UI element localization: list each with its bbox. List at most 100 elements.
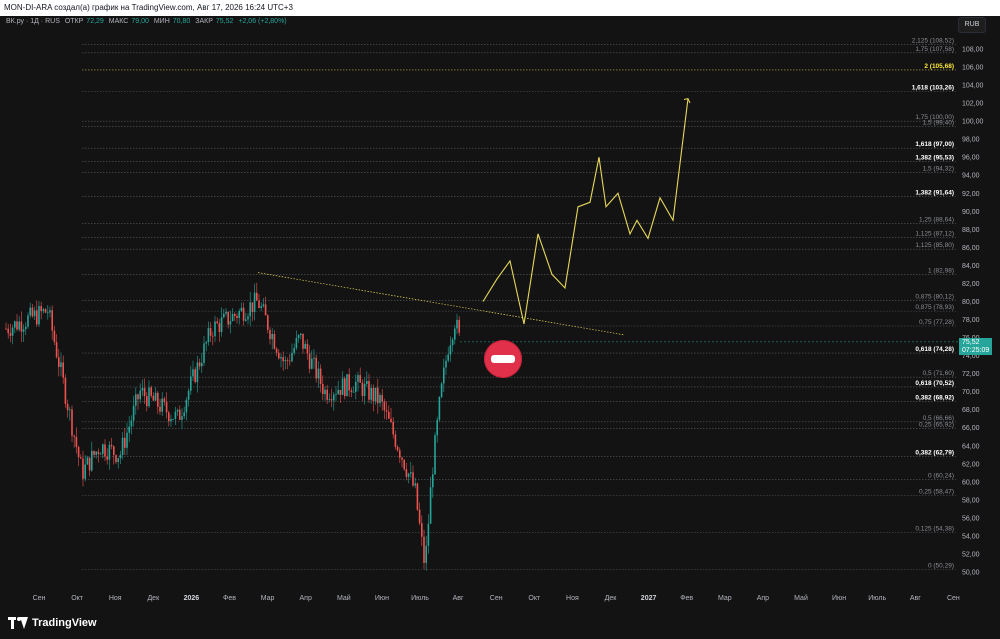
- candle-body: [152, 395, 155, 401]
- candle-body: [172, 418, 174, 420]
- candle-body: [126, 432, 128, 448]
- candle-body: [379, 395, 381, 404]
- candle-body: [159, 406, 161, 412]
- candle-body: [47, 312, 49, 314]
- fib-level-label: 0,875 (80,12): [915, 293, 954, 300]
- candle-body: [355, 381, 357, 392]
- candle-body: [7, 328, 9, 334]
- candle-body: [27, 315, 29, 327]
- candle-body: [352, 391, 355, 393]
- fib-level-label: 2,125 (108,52): [912, 37, 954, 44]
- candle-body: [14, 321, 16, 328]
- fib-level-label: 1,618 (97,00): [915, 141, 954, 148]
- candle-body: [326, 389, 328, 400]
- candle-body: [330, 399, 333, 401]
- candle-body: [196, 362, 199, 383]
- candle-body: [190, 376, 192, 391]
- candle-body: [55, 342, 58, 358]
- candle-body: [205, 342, 207, 344]
- candle-body: [119, 454, 122, 459]
- candle-body: [300, 333, 302, 336]
- candle-body: [170, 419, 172, 422]
- candle-body: [328, 399, 331, 400]
- time-axis-label: Сен: [490, 595, 503, 602]
- fib-level-label: 0,5 (71,60): [923, 370, 954, 377]
- candle-body: [269, 329, 271, 340]
- candle-body: [264, 304, 267, 316]
- candle-body: [36, 310, 38, 325]
- candle-body: [414, 483, 416, 486]
- close-value: 75,52: [215, 18, 234, 25]
- candle-body: [231, 313, 234, 322]
- candle-body: [427, 523, 430, 546]
- candle-body: [214, 321, 216, 337]
- candle-body: [150, 387, 152, 396]
- price-axis-label: 54,00: [962, 533, 980, 540]
- fib-level-label: 1,125 (87,12): [915, 230, 954, 237]
- trend-line: [257, 272, 625, 336]
- tradingview-logo[interactable]: TradingView: [8, 615, 97, 631]
- candle-body: [113, 446, 115, 456]
- candle-body: [346, 374, 348, 397]
- candle-body: [71, 409, 73, 436]
- price-axis-label: 58,00: [962, 497, 980, 504]
- price-axis-label: 106,00: [962, 65, 984, 72]
- candle-body: [187, 390, 190, 400]
- candle-body: [388, 411, 390, 419]
- price-axis-label: 60,00: [962, 479, 980, 486]
- time-axis-label: Май: [337, 594, 351, 602]
- candle-body: [275, 348, 278, 353]
- candle-body: [418, 509, 421, 524]
- candle-body: [33, 310, 36, 317]
- candle-body: [247, 316, 249, 320]
- candle-body: [203, 343, 205, 363]
- countdown-timer: 07:25:09: [962, 347, 990, 354]
- candle-body: [102, 444, 104, 454]
- candle-body: [273, 333, 276, 349]
- candle-body: [425, 545, 427, 563]
- candle-body: [104, 444, 106, 457]
- candle-body: [73, 435, 75, 437]
- candle-body: [99, 453, 102, 455]
- candle-body: [218, 323, 221, 332]
- projection-path: [482, 98, 689, 325]
- time-axis-label: 2026: [184, 595, 200, 602]
- candle-body: [29, 307, 31, 316]
- fib-level-label: 1,25 (88,64): [919, 217, 954, 224]
- currency-button[interactable]: RUB: [958, 17, 986, 33]
- candle-body: [44, 309, 47, 313]
- price-chart[interactable]: 108,00 106,00 104,00 102,00 100,00 98,00 96,00…: [0, 0, 1000, 639]
- candle-body: [139, 390, 141, 400]
- price-axis-label: 66,00: [962, 425, 980, 432]
- candle-body: [344, 378, 346, 397]
- candle-body: [289, 360, 291, 362]
- fib-level-label: 0,75 (77,28): [919, 319, 954, 326]
- price-axis-label: 68,00: [962, 407, 980, 414]
- footer: [0, 610, 1000, 639]
- candle-body: [381, 395, 383, 402]
- fib-level-label: 1,5 (99,40): [923, 120, 954, 127]
- candle-body: [333, 394, 335, 401]
- candle-body: [216, 321, 218, 324]
- candle-body: [242, 307, 245, 321]
- price-axis-label: 92,00: [962, 191, 980, 198]
- candle-body: [143, 387, 146, 397]
- candle-body: [42, 309, 45, 312]
- candle-body: [293, 348, 295, 353]
- candle-body: [245, 319, 247, 321]
- candle-body: [146, 396, 148, 407]
- candle-body: [115, 455, 117, 462]
- candle-body: [256, 292, 258, 301]
- candle-body: [291, 352, 293, 362]
- candle-body: [207, 328, 210, 343]
- fib-level-label: 2 (105,68): [924, 63, 954, 70]
- candle-body: [385, 410, 388, 412]
- high-value: 79,00: [131, 18, 149, 25]
- candle-body: [240, 307, 243, 312]
- candle-body: [443, 367, 445, 384]
- fib-level-label: 0,618 (74,28): [915, 346, 954, 353]
- price-axis-label: 82,00: [962, 281, 980, 288]
- time-axis-label: Ноя: [566, 595, 579, 602]
- symbol-name[interactable]: ВК.ру · 1Д · RUS: [6, 18, 60, 25]
- candle-body: [124, 437, 126, 448]
